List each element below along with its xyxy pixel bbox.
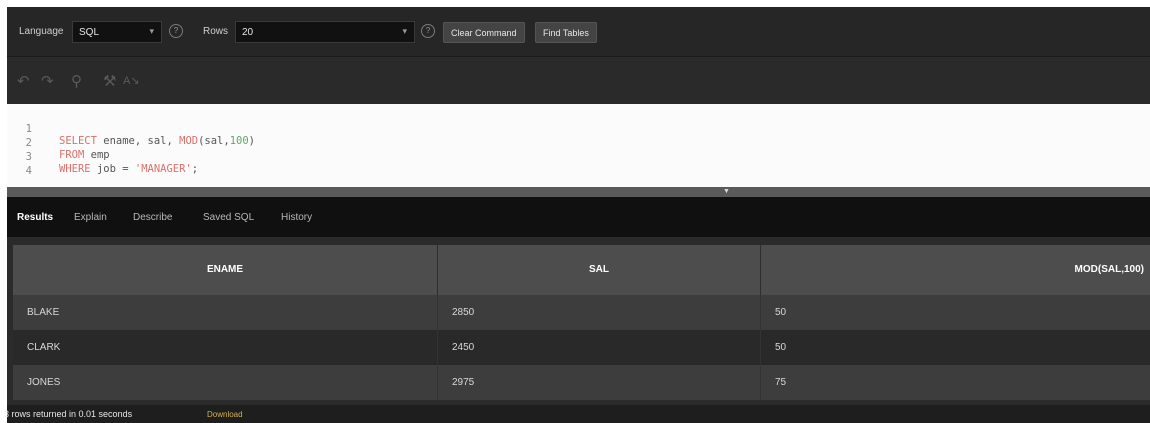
- chevron-down-icon: ▾: [149, 26, 154, 36]
- sql-editor[interactable]: 1 SELECT ename, sal, MOD(sal,100) 2 FROM…: [7, 104, 1150, 187]
- rows-help-icon[interactable]: ?: [421, 24, 435, 38]
- code-line-3: 3 WHERE job = 'MANAGER';: [7, 139, 1150, 175]
- language-select[interactable]: SQL ▾: [72, 21, 162, 43]
- column-header-sal[interactable]: SAL: [438, 245, 761, 295]
- column-header-ename[interactable]: ENAME: [13, 245, 438, 295]
- cell-mod: 50: [775, 307, 787, 318]
- tab-results[interactable]: Results: [17, 212, 53, 223]
- cell-mod: 50: [775, 342, 787, 353]
- tab-describe[interactable]: Describe: [133, 212, 172, 223]
- tab-history[interactable]: History: [281, 212, 312, 223]
- column-header-mod[interactable]: MOD(SAL,100): [761, 245, 1150, 295]
- table-header: ENAME SAL MOD(SAL,100): [13, 245, 1150, 295]
- language-label: Language: [19, 26, 64, 37]
- sql-workshop: Language SQL ▾ ? Rows 20 ▾ ? Clear Comma…: [4, 7, 1150, 423]
- rows-returned-status: 3 rows returned in 0.01 seconds: [4, 409, 133, 419]
- rows-value: 20: [242, 27, 254, 38]
- language-value: SQL: [79, 27, 100, 38]
- undo-icon[interactable]: ↶: [17, 74, 30, 89]
- redo-icon[interactable]: ↷: [41, 74, 54, 89]
- format-icon[interactable]: A↘: [123, 74, 140, 89]
- search-icon[interactable]: ⚲: [71, 74, 82, 89]
- table-row: BLAKE 2850 50: [13, 295, 1150, 330]
- chevron-down-icon: ▾: [402, 26, 407, 36]
- editor-icon-bar: ↶ ↷ ⚲ ⚒ A↘: [7, 58, 1150, 104]
- pane-splitter[interactable]: ▼: [7, 187, 1150, 197]
- clear-command-button[interactable]: Clear Command: [443, 22, 525, 43]
- download-link[interactable]: Download: [207, 410, 243, 419]
- language-help-icon[interactable]: ?: [169, 24, 183, 38]
- cell-mod: 75: [775, 377, 787, 388]
- tab-explain[interactable]: Explain: [74, 212, 107, 223]
- find-tables-button[interactable]: Find Tables: [535, 22, 597, 43]
- rows-select[interactable]: 20 ▾: [235, 21, 415, 43]
- wrench-icon[interactable]: ⚒: [103, 74, 116, 89]
- code-line-2: 2 FROM emp: [7, 125, 1150, 161]
- splitter-grip-icon[interactable]: ▼: [723, 188, 730, 195]
- results-tabs: Results Explain Describe Saved SQL Histo…: [7, 197, 1150, 237]
- line-number: 4: [25, 165, 32, 177]
- cell-sal: 2975: [438, 365, 761, 400]
- cell-ename: CLARK: [13, 330, 438, 365]
- cell-sal: 2850: [438, 295, 761, 330]
- code-line-1: 1 SELECT ename, sal, MOD(sal,100): [7, 111, 1150, 147]
- table-row: JONES 2975 75: [13, 365, 1150, 400]
- results-footer: 3 rows returned in 0.01 seconds Download: [4, 405, 1150, 423]
- table-row: CLARK 2450 50: [13, 330, 1150, 365]
- cell-ename: BLAKE: [13, 295, 438, 330]
- code-line-4: 4: [7, 153, 1150, 177]
- sql-toolbar: Language SQL ▾ ? Rows 20 ▾ ? Clear Comma…: [7, 7, 1150, 57]
- rows-label: Rows: [203, 26, 229, 37]
- cell-sal: 2450: [438, 330, 761, 365]
- tab-saved-sql[interactable]: Saved SQL: [203, 212, 254, 223]
- cell-ename: JONES: [13, 365, 438, 400]
- results-table: ENAME SAL MOD(SAL,100) BLAKE 2850 50 CLA…: [13, 245, 1150, 405]
